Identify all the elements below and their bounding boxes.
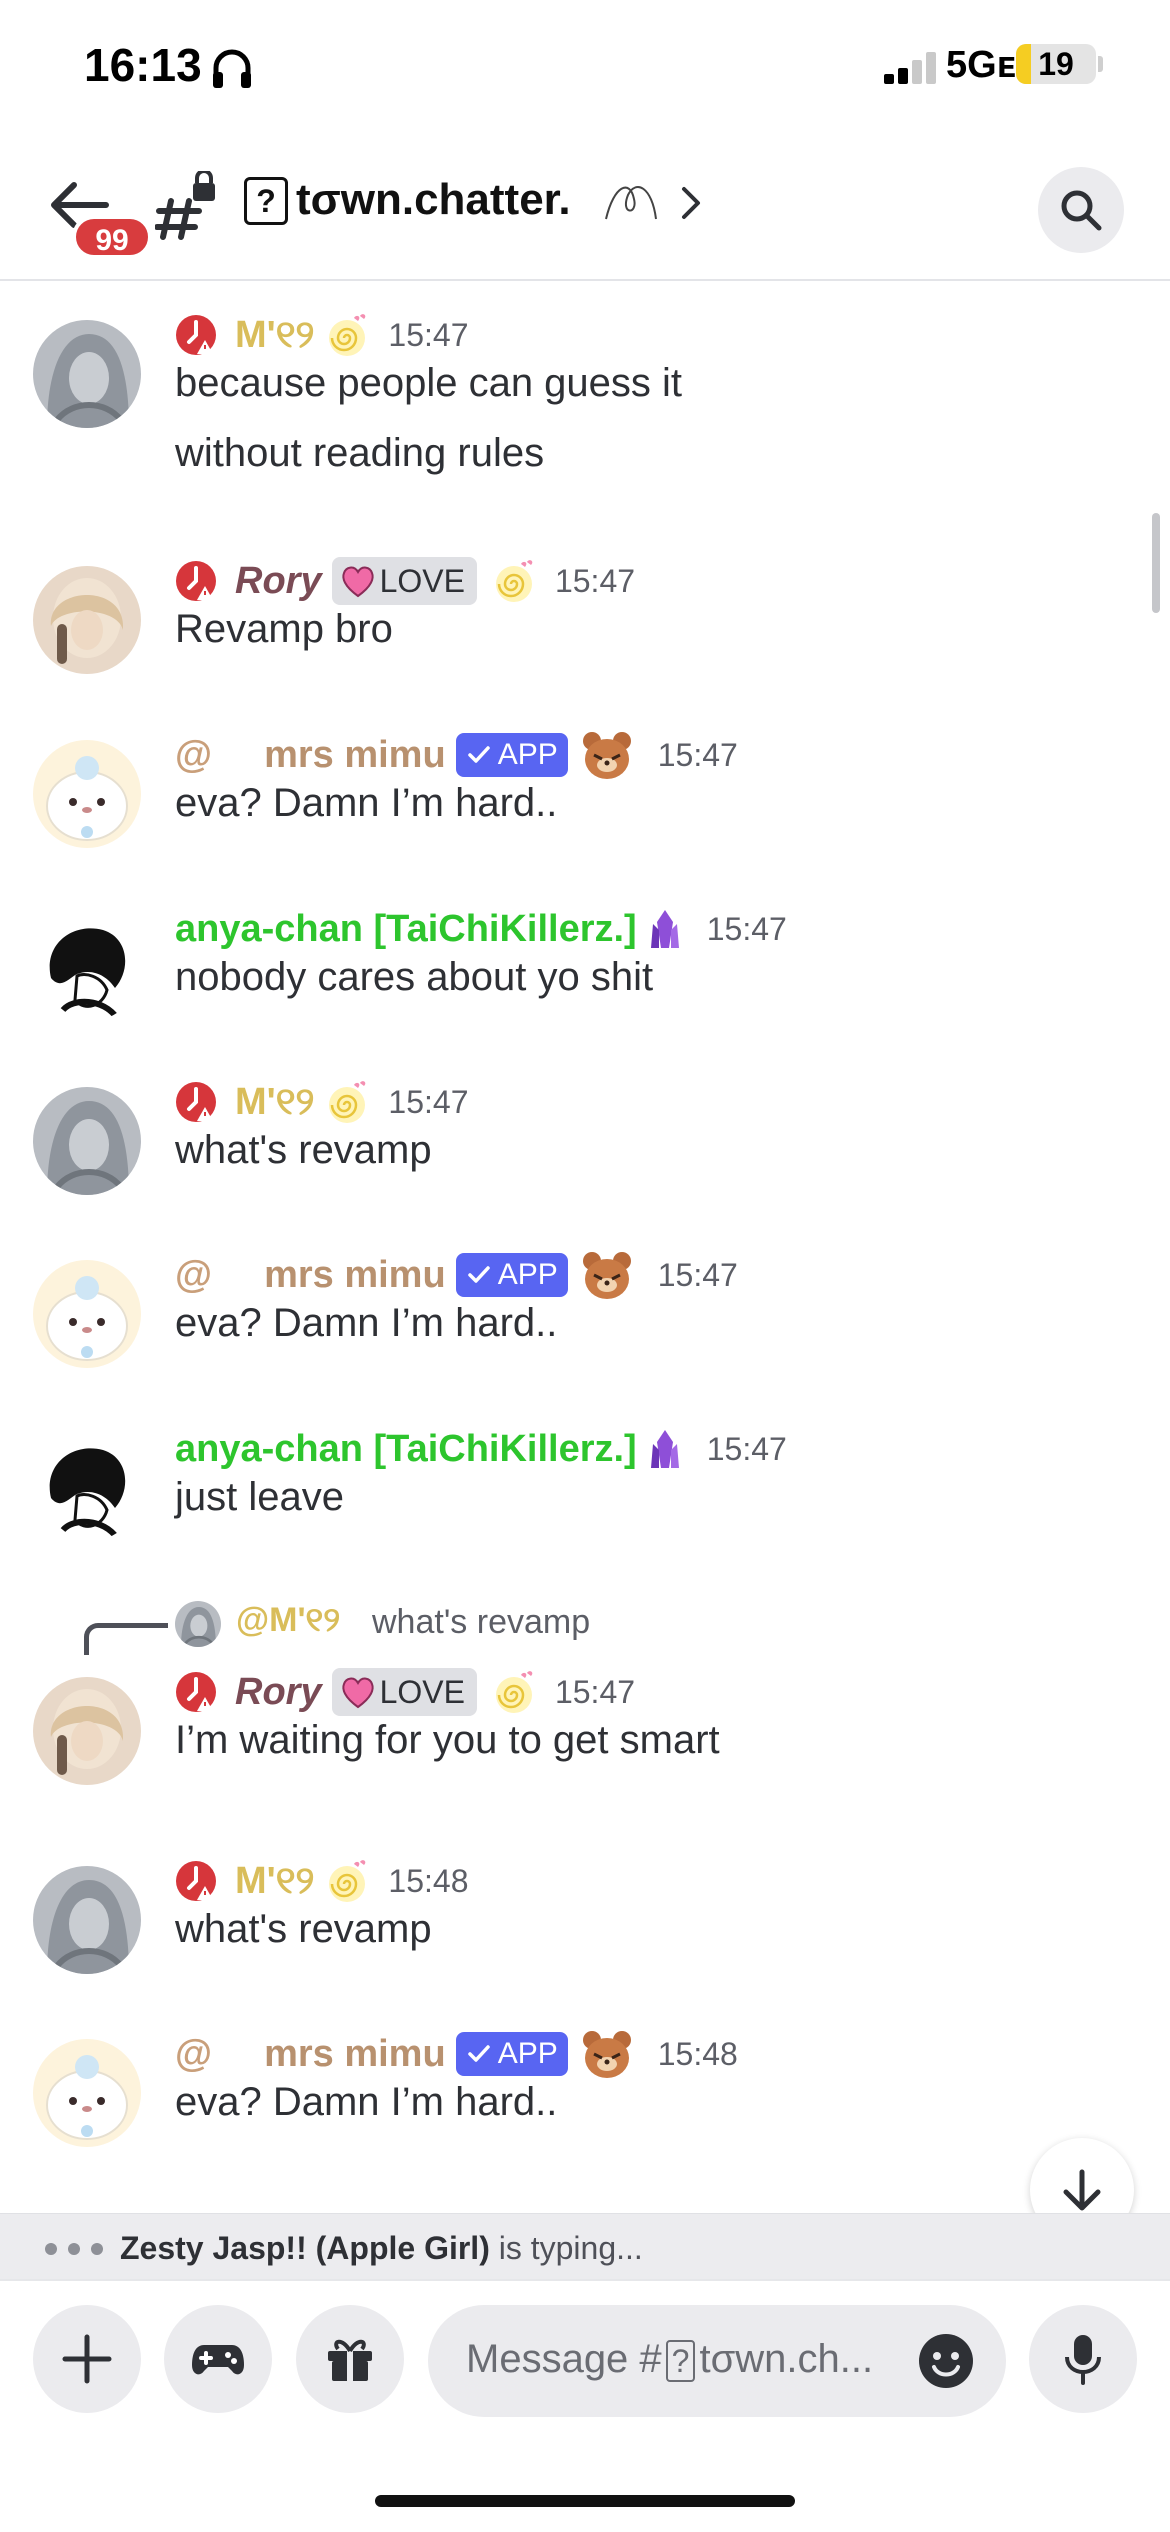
message-text: eva? Damn I’m hard.. [175, 1301, 558, 1345]
chevron-right-icon[interactable] [676, 183, 706, 223]
message-item[interactable]: @ mrs mimu APP 15:47 eva? Damn I’m hard.. [0, 1250, 1140, 1368]
timestamp: 15:47 [706, 1430, 787, 1467]
message-item[interactable]: @M'୧୨ what's revamp Rory LOVE 15:47 I’m waiti… [0, 1597, 1140, 1785]
app-badge-label: APP [497, 1258, 558, 1291]
typing-user: Zesty Jasp!! (Apple Girl) [120, 2230, 490, 2266]
message-item[interactable]: M'୧୨ 15:47 because people can guess it with… [0, 310, 1140, 490]
message-text: what's revamp [175, 1907, 432, 1951]
timestamp: 15:47 [706, 910, 787, 947]
placeholder-prefix: Message # [466, 2337, 662, 2381]
scrollbar[interactable] [1152, 513, 1160, 613]
avatar[interactable] [33, 2039, 141, 2147]
gift-icon [328, 2339, 372, 2381]
search-button[interactable] [1038, 167, 1124, 253]
add-attachment-button[interactable] [33, 2305, 141, 2413]
app-badge-label: APP [497, 738, 558, 771]
plus-icon [62, 2334, 112, 2384]
placeholder-glyph: ? [665, 2340, 696, 2382]
check-icon [467, 1266, 490, 1283]
timestamp: 15:47 [554, 562, 636, 599]
reply-text: what's revamp [372, 1603, 591, 1641]
status-bar: 16:13 5Gᴇ 19 [0, 0, 1170, 135]
message-text: because people can guess it [175, 361, 683, 405]
bear-emoji-icon [582, 732, 631, 779]
channel-glyph: ? [244, 177, 288, 225]
status-time: 16:13 [84, 39, 202, 91]
timestamp: 15:48 [657, 2035, 738, 2072]
timestamp: 15:47 [657, 1256, 738, 1293]
gamepad-icon [192, 2345, 244, 2375]
message-item[interactable]: @ mrs mimu APP 15:48 eva? Damn I’m hard.. [0, 2029, 1140, 2147]
typing-text: Zesty Jasp!! (Apple Girl) is typing... [120, 2230, 643, 2267]
microphone-icon [1065, 2335, 1101, 2385]
message-text: eva? Damn I’m hard.. [175, 781, 558, 825]
voice-message-button[interactable] [1029, 2305, 1137, 2413]
signal-icon [884, 52, 936, 84]
message-text: I’m waiting for you to get smart [175, 1718, 720, 1762]
message-list[interactable]: M'୧୨ 15:47 because people can guess it with… [0, 283, 1170, 2213]
ribbon-decoration-icon [605, 186, 657, 220]
message-item[interactable]: anya-chan [TaiChiKillerz.] 15:47 just leav… [0, 1424, 1140, 1542]
message-text: Revamp bro [175, 607, 393, 651]
channel-name[interactable]: tσwn.chatter. [296, 175, 571, 225]
avatar[interactable] [33, 320, 141, 428]
reply-avatar [175, 1601, 221, 1647]
battery-level: 19 [1038, 46, 1074, 82]
emoji-icon[interactable] [918, 2333, 974, 2389]
avatar[interactable] [33, 1260, 141, 1368]
avatar[interactable] [33, 1866, 141, 1974]
typing-suffix: is typing... [489, 2230, 643, 2266]
avatar[interactable] [33, 740, 141, 848]
spiral-emoji-icon [495, 560, 533, 602]
message-composer: Message #? tσwn.ch... [0, 2279, 1170, 2532]
battery-indicator: 19 [1016, 44, 1096, 84]
avatar[interactable] [33, 1434, 141, 1542]
heart-icon [341, 566, 374, 598]
typing-indicator: Zesty Jasp!! (Apple Girl) is typing... [0, 2213, 1170, 2279]
bear-emoji-icon [582, 1252, 631, 1299]
hash-lock-icon [155, 171, 215, 240]
message-text: just leave [175, 1475, 344, 1519]
message-item[interactable]: @ mrs mimu APP 15:47 eva? Damn I’m hard.. [0, 730, 1140, 848]
bear-emoji-icon [582, 2031, 631, 2078]
network-type: 5Gᴇ [946, 44, 1016, 86]
message-text: without reading rules [175, 431, 545, 475]
timestamp: 15:47 [657, 736, 738, 773]
check-icon [467, 2045, 490, 2062]
message-text: eva? Damn I’m hard.. [175, 2080, 558, 2124]
app-badge-label: APP [497, 2037, 558, 2070]
message-item[interactable]: M'୧୨ 15:48 what's revamp [0, 1856, 1140, 1974]
crystal-icon [650, 1430, 679, 1468]
avatar[interactable] [33, 914, 141, 1022]
message-text: nobody cares about yo shit [175, 955, 654, 999]
reply-connector [84, 1623, 168, 1655]
headphones-icon [213, 49, 251, 88]
message-input[interactable]: Message #? tσwn.ch... [428, 2305, 1006, 2417]
reply-author: @M'୧୨ [236, 1601, 341, 1639]
message-item[interactable]: anya-chan [TaiChiKillerz.] 15:47 nobody ca… [0, 904, 1140, 1022]
message-item[interactable]: Rory LOVE 15:47 Revamp bro [0, 556, 1140, 674]
heart-icon [341, 1677, 374, 1709]
home-indicator [375, 2495, 795, 2507]
reply-preview[interactable]: @M'୧୨ what's revamp [0, 1597, 1140, 1655]
input-placeholder: Message #? tσwn.ch... [466, 2337, 873, 2382]
check-icon [467, 746, 490, 763]
avatar[interactable] [33, 1677, 141, 1785]
typing-dots-icon [45, 2243, 103, 2255]
avatar[interactable] [33, 566, 141, 674]
search-icon [1061, 190, 1102, 231]
activities-button[interactable] [164, 2305, 272, 2413]
channel-header: 99 ? tσwn.chatter. [0, 135, 1170, 281]
message-item[interactable]: M'୧୨ 15:47 what's revamp [0, 1077, 1140, 1195]
avatar[interactable] [33, 1087, 141, 1195]
unread-badge: 99 [72, 215, 152, 259]
gift-button[interactable] [296, 2305, 404, 2413]
placeholder-channel: tσwn.ch... [699, 2337, 874, 2381]
arrow-down-icon [1063, 2169, 1101, 2211]
battery-nub [1098, 56, 1103, 72]
message-text: what's revamp [175, 1128, 432, 1172]
